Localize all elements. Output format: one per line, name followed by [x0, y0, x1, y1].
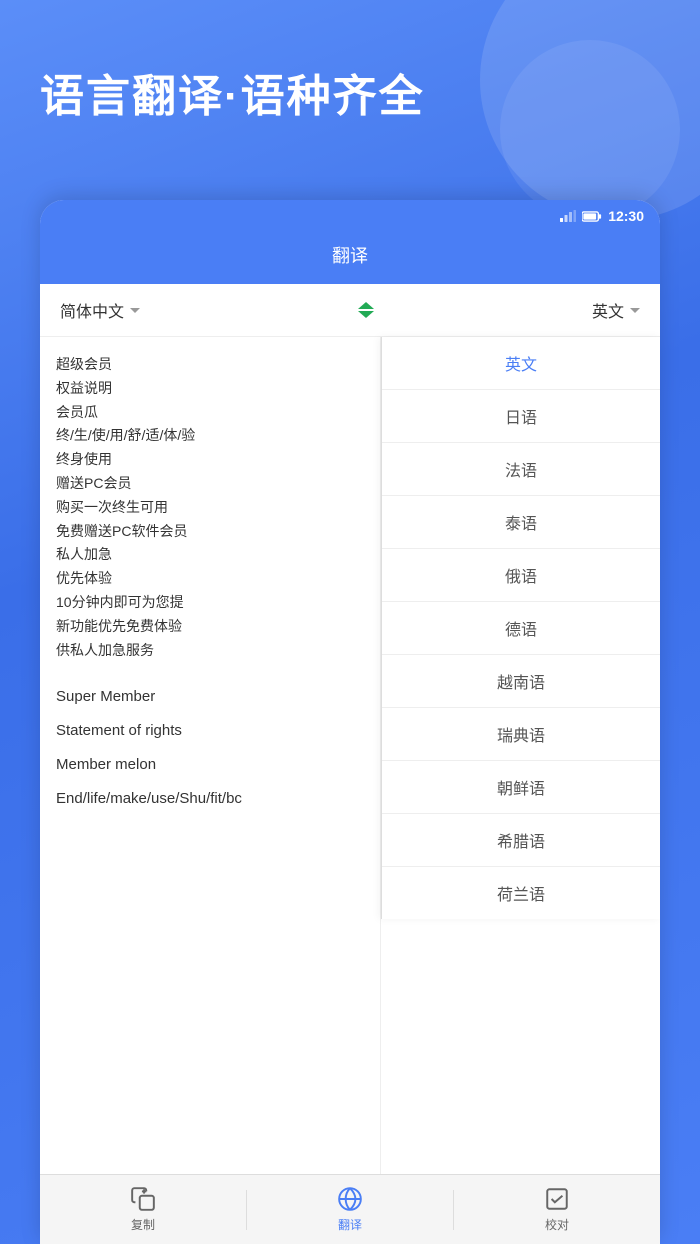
tab-translate-label: 翻译 — [338, 1216, 362, 1233]
swap-arrow-up-icon — [358, 302, 374, 309]
chinese-line-13: 供私人加急服务 — [56, 639, 364, 663]
chinese-line-12: 新功能优先免费体验 — [56, 615, 364, 639]
chinese-line-8: 免费赠送PC软件会员 — [56, 520, 364, 544]
target-lang-chevron-icon — [630, 308, 640, 313]
chinese-line-10: 优先体验 — [56, 567, 364, 591]
copy-icon — [130, 1186, 156, 1212]
check-icon — [544, 1186, 570, 1212]
translate-icon — [337, 1186, 363, 1212]
content-area: 超级会员 权益说明 会员瓜 终/生/使/用/舒/适/体/验 终身使用 赠送PC会… — [40, 337, 660, 1244]
swap-languages-button[interactable] — [358, 302, 374, 318]
translated-line-1: Super Member — [56, 682, 364, 712]
chinese-line-6: 赠送PC会员 — [56, 472, 364, 496]
tab-copy[interactable]: 复制 — [40, 1186, 246, 1233]
translated-line-3: Member melon — [56, 750, 364, 780]
app-topbar: 翻译 — [40, 232, 660, 284]
target-lang-selector[interactable]: 英文 — [592, 298, 640, 322]
chinese-line-1: 超级会员 — [56, 353, 364, 377]
chinese-line-4: 终/生/使/用/舒/适/体/验 — [56, 424, 364, 448]
header-area: 语言翻译·语种齐全 — [0, 0, 700, 154]
chinese-line-11: 10分钟内即可为您提 — [56, 591, 364, 615]
dropdown-item-french[interactable]: 法语 — [382, 443, 660, 496]
source-lang-selector[interactable]: 简体中文 — [60, 298, 140, 322]
status-bar: 12:30 — [40, 200, 660, 232]
dropdown-item-german[interactable]: 德语 — [382, 602, 660, 655]
dropdown-item-vietnamese[interactable]: 越南语 — [382, 655, 660, 708]
chinese-line-3: 会员瓜 — [56, 401, 364, 425]
tab-copy-label: 复制 — [131, 1216, 155, 1233]
chinese-text-block: 超级会员 权益说明 会员瓜 终/生/使/用/舒/适/体/验 终身使用 赠送PC会… — [56, 353, 364, 662]
translated-line-2: Statement of rights — [56, 716, 364, 746]
lang-selector-row[interactable]: 简体中文 英文 — [40, 284, 660, 337]
dropdown-item-thai[interactable]: 泰语 — [382, 496, 660, 549]
dropdown-item-english[interactable]: 英文 — [382, 337, 660, 390]
dropdown-item-swedish[interactable]: 瑞典语 — [382, 708, 660, 761]
phone-frame: 12:30 翻译 简体中文 英文 超级会员 权益说明 会员瓜 终/生/使/用/舒… — [40, 200, 660, 1244]
dropdown-item-dutch[interactable]: 荷兰语 — [382, 867, 660, 919]
tab-translate[interactable]: 翻译 — [247, 1186, 453, 1233]
chinese-line-9: 私人加急 — [56, 543, 364, 567]
chinese-line-7: 购买一次终生可用 — [56, 496, 364, 520]
chinese-line-5: 终身使用 — [56, 448, 364, 472]
battery-icon — [582, 211, 602, 222]
dropdown-item-greek[interactable]: 希腊语 — [382, 814, 660, 867]
dropdown-item-russian[interactable]: 俄语 — [382, 549, 660, 602]
dropdown-item-japanese[interactable]: 日语 — [382, 390, 660, 443]
signal-icon — [560, 210, 576, 222]
chinese-line-2: 权益说明 — [56, 377, 364, 401]
translated-line-4: End/life/make/use/Shu/fit/bc — [56, 784, 364, 814]
target-lang-label: 英文 — [592, 298, 624, 322]
app-topbar-title: 翻译 — [332, 246, 368, 266]
app-tagline: 语言翻译·语种齐全 — [40, 60, 660, 124]
tab-bar: 复制 翻译 校对 — [40, 1174, 660, 1244]
dropdown-item-korean[interactable]: 朝鲜语 — [382, 761, 660, 814]
language-dropdown[interactable]: 英文 日语 法语 泰语 俄语 德语 越南语 瑞典语 朝鲜语 希腊语 荷兰语 — [381, 337, 660, 919]
left-panel: 超级会员 权益说明 会员瓜 终/生/使/用/舒/适/体/验 终身使用 赠送PC会… — [40, 337, 381, 1244]
swap-arrow-down-icon — [358, 311, 374, 318]
source-lang-chevron-icon — [130, 308, 140, 313]
tab-proofread[interactable]: 校对 — [454, 1186, 660, 1233]
status-time: 12:30 — [608, 208, 644, 224]
translated-text-block: Super Member Statement of rights Member … — [56, 682, 364, 814]
source-lang-label: 简体中文 — [60, 298, 124, 322]
tab-proofread-label: 校对 — [545, 1216, 569, 1233]
